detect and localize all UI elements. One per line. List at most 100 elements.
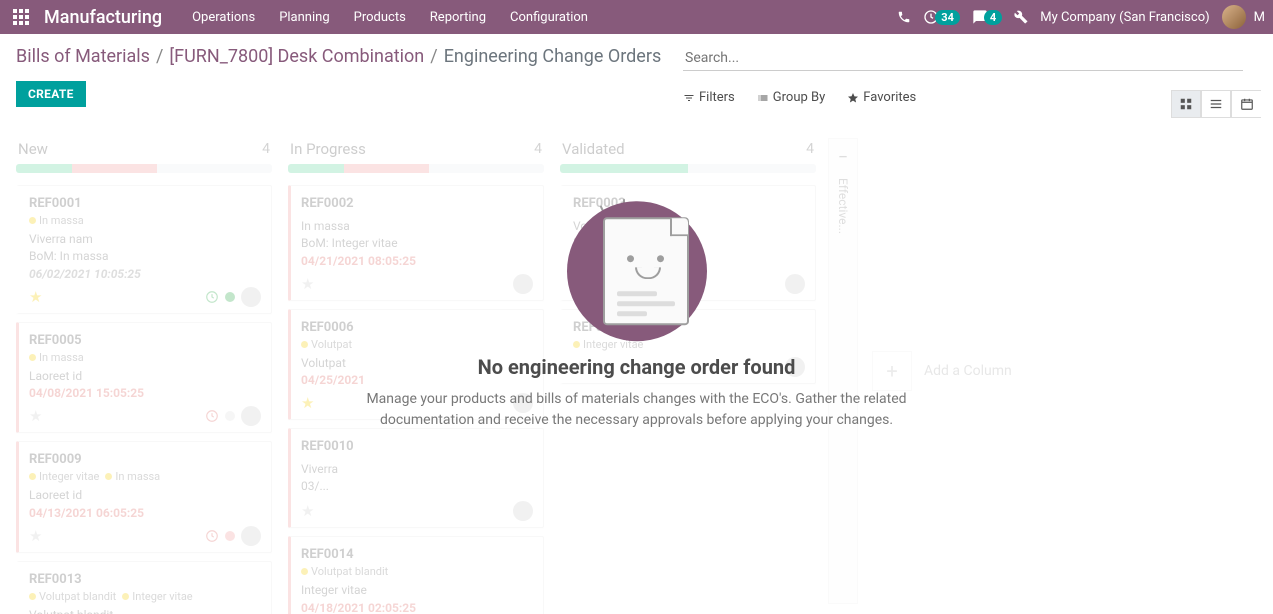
phone-icon[interactable] — [897, 10, 911, 24]
create-button[interactable]: CREATE — [16, 81, 86, 107]
card-tag: Integer vitae — [29, 470, 99, 483]
card-date: 06/02/2021 10:05:25 — [29, 267, 261, 281]
star-icon[interactable]: ★ — [301, 394, 314, 412]
kanban-card[interactable]: REF0009 Integer vitae In massa Laoreet id 04… — [16, 441, 272, 553]
star-icon[interactable]: ★ — [29, 407, 42, 425]
state-dot-icon[interactable] — [225, 292, 235, 302]
card-ref: REF0005 — [29, 333, 261, 348]
top-menu-configuration[interactable]: Configuration — [498, 2, 600, 33]
card-tag: In massa — [29, 214, 84, 227]
star-icon[interactable]: ★ — [301, 502, 314, 520]
assignee-avatar[interactable] — [241, 287, 261, 307]
breadcrumb-bom[interactable]: Bills of Materials — [16, 46, 150, 67]
user-initial: M — [1254, 10, 1265, 25]
card-date: 04/08/2021 15:05:25 — [29, 386, 261, 400]
top-right: 34 4 My Company (San Francisco) M — [897, 5, 1265, 29]
groupby-button[interactable]: Group By — [757, 90, 826, 105]
column-progress[interactable] — [288, 164, 544, 173]
top-menu-planning[interactable]: Planning — [267, 2, 341, 33]
tools-icon[interactable] — [1014, 10, 1028, 24]
star-icon[interactable]: ★ — [29, 527, 42, 545]
column-progress[interactable] — [560, 164, 816, 173]
card-tag: In massa — [105, 470, 160, 483]
card-tag: Volutpat blandit — [29, 590, 116, 603]
top-menu-products[interactable]: Products — [342, 2, 418, 33]
column-progress[interactable] — [16, 164, 272, 173]
search-input[interactable] — [683, 46, 1243, 71]
kanban-column: New 4 REF0001 In massa Viverra namBoM: In ma… — [8, 138, 280, 604]
breadcrumb-product[interactable]: [FURN_7800] Desk Combination — [169, 46, 424, 67]
card-line: Viverra — [301, 461, 533, 478]
column-count: 4 — [262, 141, 270, 157]
activity-icon[interactable]: 34 — [923, 9, 960, 25]
app-title[interactable]: Manufacturing — [44, 7, 162, 28]
kanban-card[interactable]: REF0013 Volutpat blandit Integer vitae Volu… — [16, 561, 272, 614]
breadcrumb-current: Engineering Change Orders — [444, 46, 662, 67]
empty-body: Manage your products and bills of materi… — [327, 389, 947, 431]
control-bar: Bills of Materials / [FURN_7800] Desk Co… — [0, 34, 1273, 115]
messaging-badge: 4 — [984, 10, 1002, 25]
column-title[interactable]: New — [18, 140, 48, 158]
empty-state: No engineering change order found Manage… — [327, 201, 947, 431]
card-ref: REF0013 — [29, 572, 261, 587]
company-switcher[interactable]: My Company (San Francisco) — [1040, 10, 1209, 25]
kanban-card[interactable]: REF0001 In massa Viverra namBoM: In massa 0… — [16, 185, 272, 314]
assignee-avatar[interactable] — [513, 501, 533, 521]
column-count: 4 — [534, 141, 542, 157]
messaging-icon[interactable]: 4 — [972, 9, 1002, 25]
star-icon[interactable]: ★ — [29, 288, 42, 306]
card-tag: Integer vitae — [122, 590, 192, 603]
top-menu-operations[interactable]: Operations — [180, 2, 267, 33]
groupby-label: Group By — [773, 90, 826, 105]
kanban-card[interactable]: REF0014 Volutpat blandit Integer vitae 04/1… — [288, 536, 544, 614]
view-list-button[interactable] — [1201, 90, 1231, 118]
card-ref: REF0001 — [29, 196, 261, 211]
card-date: 04/18/2021 02:05:25 — [301, 601, 533, 614]
kanban-card[interactable]: REF0010 Viverra03/... ★ — [288, 428, 544, 528]
assignee-avatar[interactable] — [241, 526, 261, 546]
user-avatar[interactable] — [1222, 5, 1246, 29]
view-calendar-button[interactable] — [1231, 90, 1261, 118]
column-count: 4 — [806, 141, 814, 157]
card-line: BoM: In massa — [29, 248, 261, 265]
card-date: 04/13/2021 06:05:25 — [29, 506, 261, 520]
kanban-card[interactable]: REF0005 In massa Laoreet id04/08/2021 15:0… — [16, 322, 272, 434]
breadcrumb-sep: / — [430, 46, 437, 67]
favorites-label: Favorites — [863, 90, 916, 105]
empty-illustration-icon — [567, 201, 707, 341]
clock-icon[interactable] — [205, 290, 219, 304]
column-title[interactable]: In Progress — [290, 140, 366, 158]
clock-icon[interactable] — [205, 409, 219, 423]
state-dot-icon[interactable] — [225, 411, 235, 421]
top-menu: OperationsPlanningProductsReportingConfi… — [180, 2, 600, 33]
card-ref: REF0009 — [29, 452, 261, 467]
top-nav: Manufacturing OperationsPlanningProducts… — [0, 0, 1273, 34]
card-line: Viverra nam — [29, 231, 261, 248]
filters-label: Filters — [699, 90, 735, 105]
state-dot-icon[interactable] — [225, 531, 235, 541]
card-tag: In massa — [29, 351, 84, 364]
breadcrumb-sep: / — [156, 46, 163, 67]
assignee-avatar[interactable] — [241, 406, 261, 426]
card-tag: Volutpat blandit — [301, 565, 388, 578]
card-line: Laoreet id — [29, 368, 261, 385]
view-kanban-button[interactable] — [1171, 90, 1201, 118]
apps-icon[interactable] — [8, 4, 34, 30]
view-switcher — [1171, 90, 1261, 118]
search-options: Filters Group By Favorites — [683, 90, 916, 105]
card-line: Integer vitae — [301, 582, 533, 599]
empty-title: No engineering change order found — [327, 355, 947, 379]
unfold-icon[interactable]: − — [838, 147, 848, 168]
clock-icon[interactable] — [205, 529, 219, 543]
filters-button[interactable]: Filters — [683, 90, 735, 105]
card-line: Laoreet id — [29, 487, 261, 504]
activity-badge: 34 — [935, 10, 960, 25]
card-line: Volutpat blandit — [29, 607, 261, 614]
card-ref: REF0014 — [301, 547, 533, 562]
top-menu-reporting[interactable]: Reporting — [418, 2, 498, 33]
star-icon[interactable]: ★ — [301, 275, 314, 293]
card-line: 03/... — [301, 478, 533, 495]
card-ref: REF0010 — [301, 439, 533, 454]
column-title[interactable]: Validated — [562, 140, 625, 158]
favorites-button[interactable]: Favorites — [847, 90, 916, 105]
